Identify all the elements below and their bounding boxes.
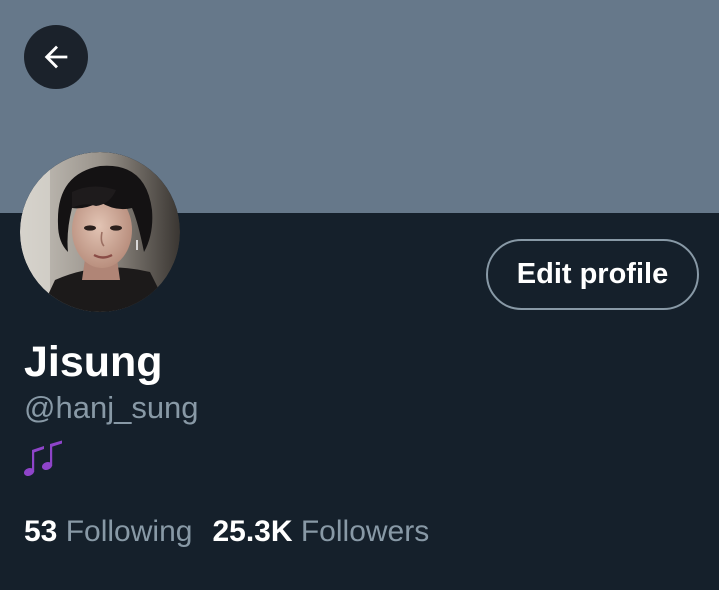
followers-stat[interactable]: 25.3K Followers [212,515,429,548]
arrow-left-icon [44,45,68,69]
following-stat[interactable]: 53 Following [24,515,192,548]
edit-profile-button[interactable]: Edit profile [486,239,699,310]
followers-label: Followers [300,515,430,548]
followers-count: 25.3K [212,515,293,548]
following-count: 53 [24,515,58,548]
musical-notes-icon [23,440,62,476]
username-handle: @hanj_sung [24,390,199,425]
following-label: Following [65,515,193,548]
back-button[interactable] [24,25,88,89]
profile-bio [22,440,68,484]
avatar-photo [20,152,180,312]
display-name: Jisung [24,338,163,386]
profile-stats: 53 Following 25.3K Followers [24,512,429,552]
avatar[interactable] [20,152,180,312]
